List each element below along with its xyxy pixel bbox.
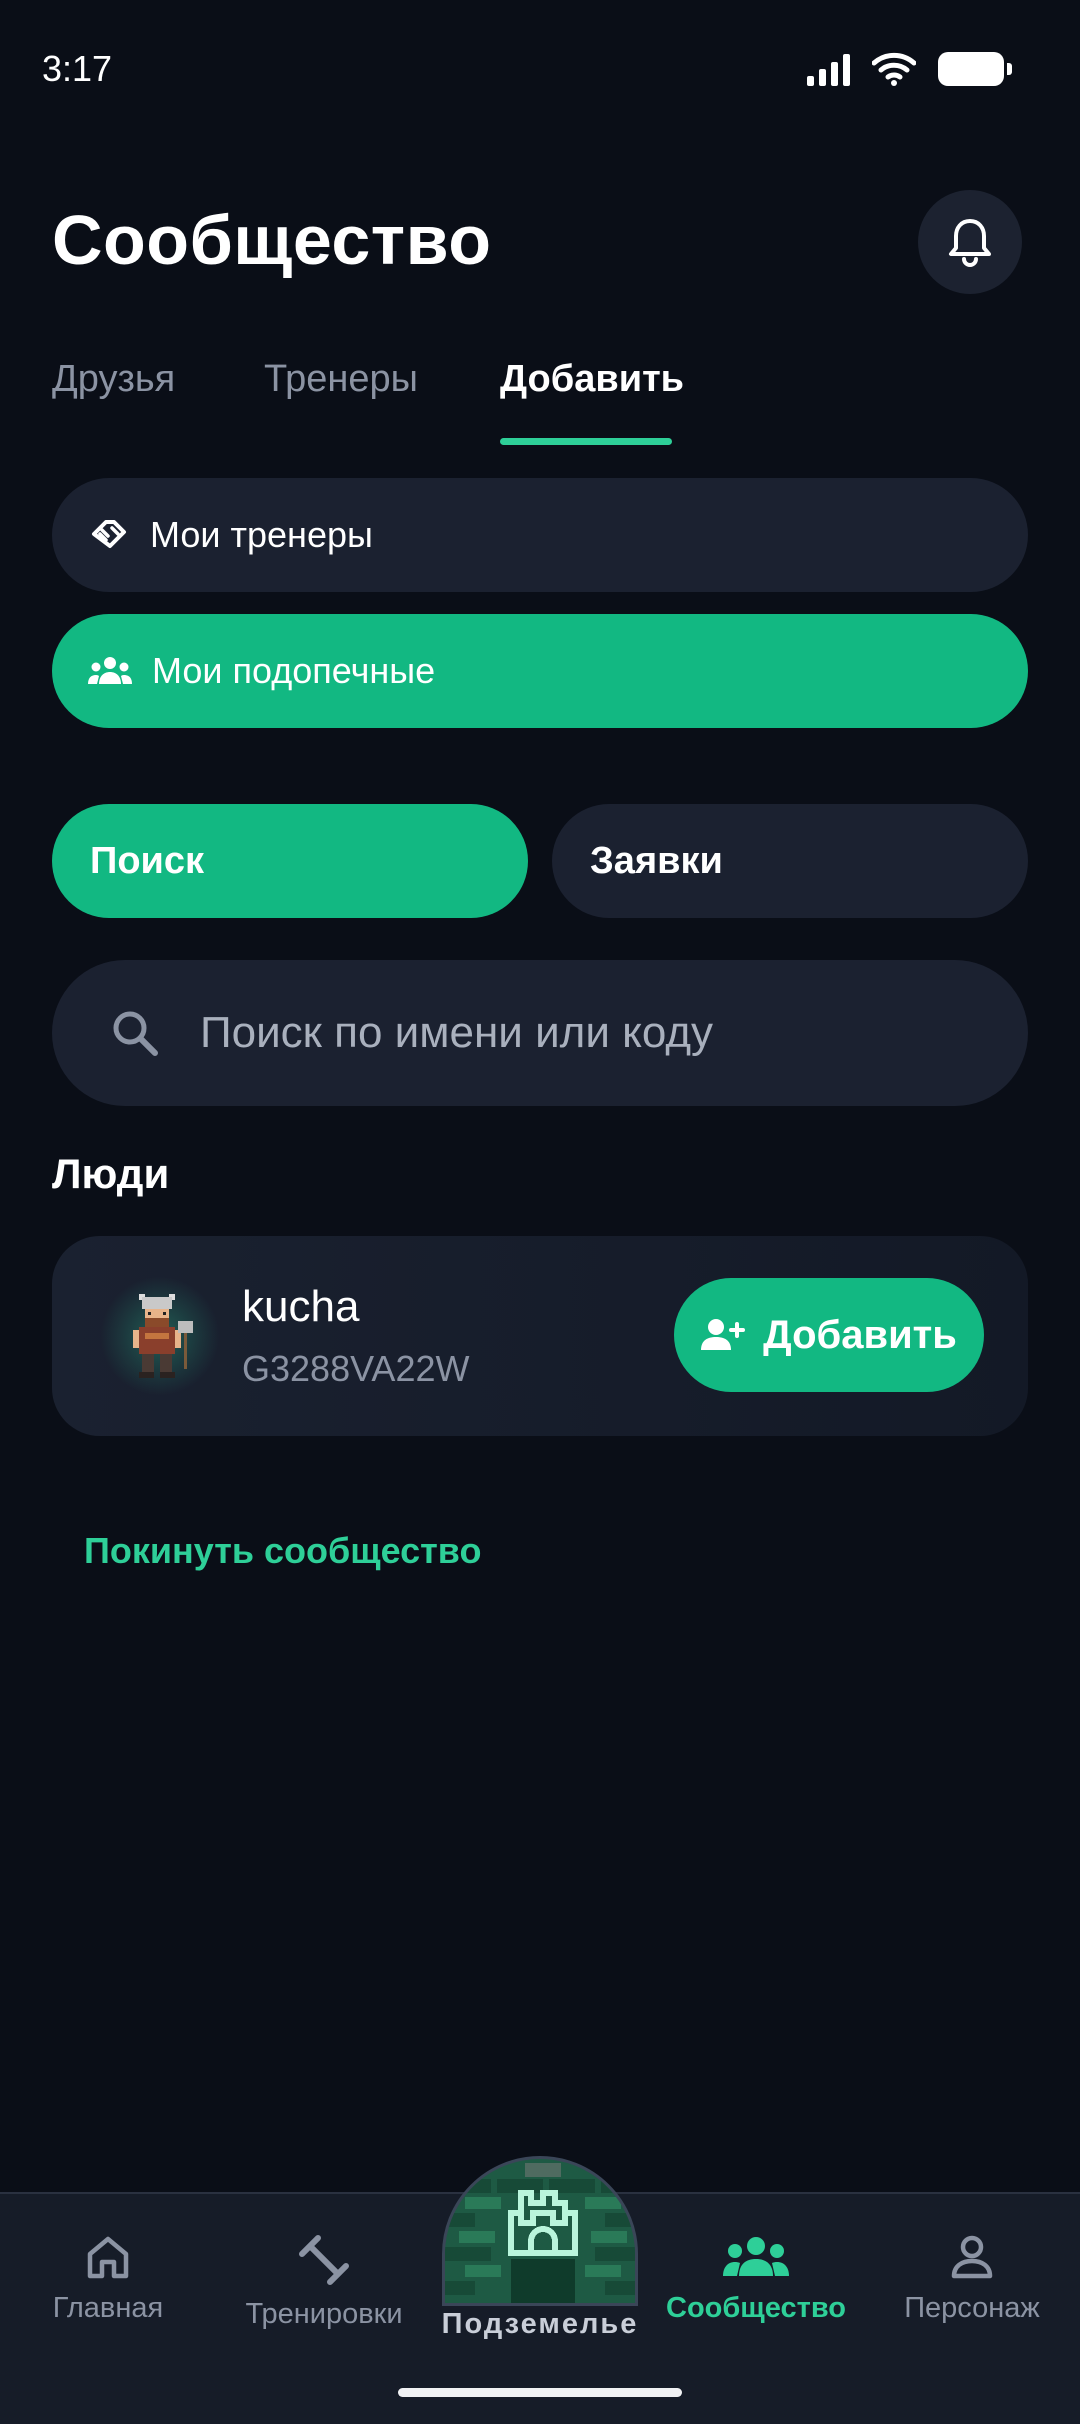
people-section-title: Люди [52, 1150, 170, 1197]
my-trainees-label: Мои подопечные [152, 650, 436, 691]
person-card: kucha G3288VA22W Добавить [52, 1236, 1028, 1436]
tab-friends[interactable]: Друзья [52, 358, 175, 401]
castle-icon [445, 2163, 635, 2303]
nav-dungeon-label: Подземелье [441, 2308, 639, 2340]
add-friend-button[interactable]: Добавить [674, 1278, 984, 1392]
segment-requests[interactable]: Заявки [552, 804, 1028, 918]
person-name: kucha [242, 1282, 360, 1331]
wifi-icon [872, 52, 916, 86]
page-title: Сообщество [52, 201, 492, 279]
tab-active-indicator [500, 438, 672, 445]
nav-item-home[interactable]: Главная [0, 2234, 216, 2325]
leave-community-link[interactable]: Покинуть сообщество [84, 1530, 481, 1572]
avatar [100, 1276, 220, 1396]
dumbbell-icon [299, 2235, 349, 2285]
nav-item-character[interactable]: Персонаж [864, 2234, 1080, 2325]
tab-trainers[interactable]: Тренеры [264, 358, 418, 401]
add-friend-label: Добавить [763, 1312, 957, 1357]
add-person-icon [701, 1319, 746, 1350]
nav-home-label: Главная [52, 2292, 164, 2324]
search-input[interactable]: Поиск по имени или коду [52, 960, 1028, 1106]
status-icons [807, 52, 1012, 86]
status-time: 3:17 [42, 48, 113, 89]
bell-icon [949, 219, 991, 267]
notifications-button[interactable] [918, 190, 1022, 294]
search-icon [113, 1011, 158, 1056]
community-tabs: Друзья Тренеры Добавить [52, 358, 1032, 448]
nav-character-label: Персонаж [904, 2292, 1040, 2324]
pixel-warrior-icon [133, 1294, 193, 1378]
segment-requests-label: Заявки [590, 839, 723, 882]
segment-search-label: Поиск [90, 839, 205, 882]
home-icon [87, 2236, 129, 2279]
battery-icon [938, 52, 1012, 86]
signal-icon [807, 52, 850, 86]
people-icon [723, 2237, 789, 2276]
nav-item-dungeon[interactable] [442, 2156, 638, 2306]
handshake-icon [92, 520, 126, 548]
status-bar: 3:17 [0, 0, 1080, 140]
my-trainees-button[interactable]: Мои подопечные [52, 614, 1028, 728]
my-trainers-label: Мои тренеры [150, 514, 373, 555]
segment-search[interactable]: Поиск [52, 804, 528, 918]
my-trainers-button[interactable]: Мои тренеры [52, 478, 1028, 592]
tab-add[interactable]: Добавить [500, 358, 684, 401]
home-indicator[interactable] [398, 2388, 682, 2397]
nav-workouts-label: Тренировки [245, 2298, 403, 2330]
person-icon [951, 2235, 993, 2279]
person-code: G3288VA22W [242, 1348, 470, 1389]
search-placeholder: Поиск по имени или коду [200, 1008, 714, 1057]
group-icon [88, 657, 132, 684]
